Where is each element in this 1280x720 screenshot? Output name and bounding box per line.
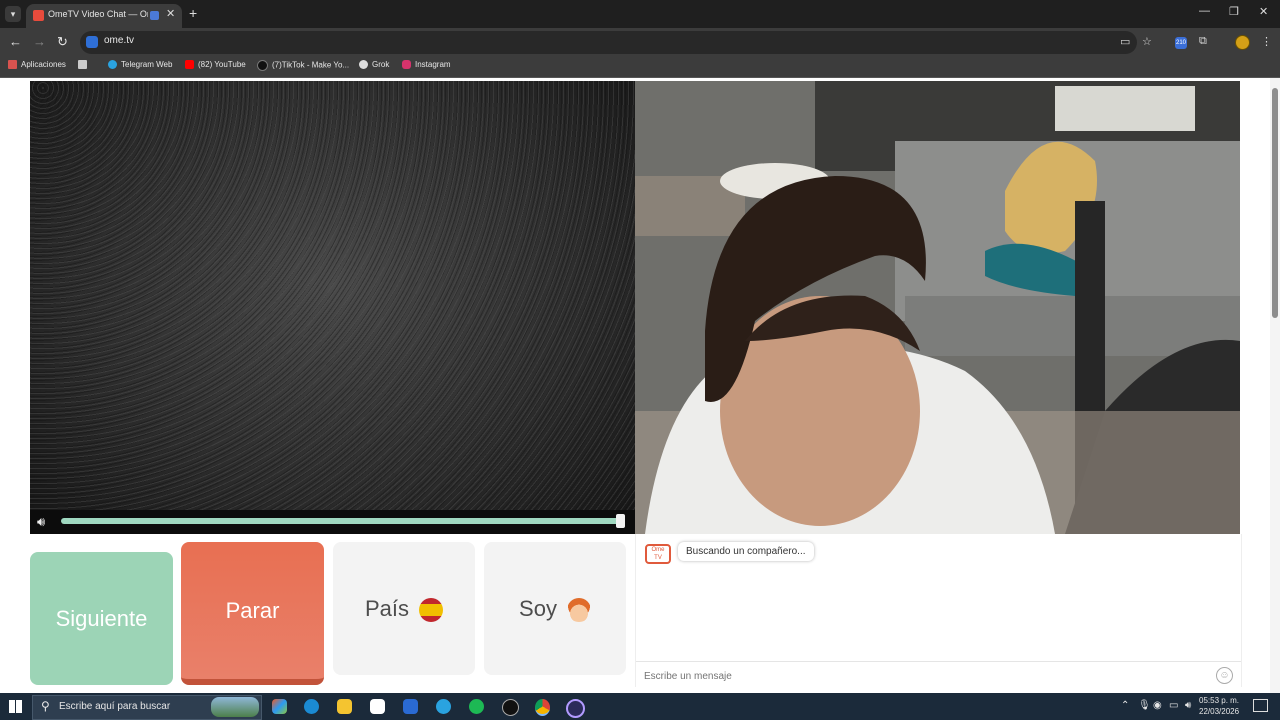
youtube-icon (185, 60, 194, 70)
next-button[interactable]: Siguiente (30, 552, 173, 685)
new-tab-button[interactable]: + (189, 5, 197, 21)
site-info-icon[interactable] (86, 36, 98, 48)
windows-start-icon[interactable] (9, 700, 22, 713)
telegram-icon (108, 60, 117, 70)
notifications-icon[interactable] (1253, 699, 1268, 712)
active-tab[interactable]: OmeTV Video Chat — Ome ✕ (26, 4, 182, 28)
bookmarks-bar: Aplicaciones Telegram Web (82) YouTube (… (0, 57, 1280, 78)
telegram-taskbar-icon[interactable] (436, 699, 451, 714)
reload-icon[interactable]: ↻ (57, 34, 68, 50)
close-window-icon[interactable]: ✕ (1259, 5, 1268, 18)
browser-toolbar: ← → ↻ ome.tv ▭ ☆ ⧉ ⋮ (0, 28, 1280, 57)
stop-button[interactable]: Parar (181, 542, 324, 685)
network-icon[interactable]: ▭ (1169, 700, 1178, 711)
taskbar-search[interactable]: ⚲ Escribe aquí para buscar (32, 695, 262, 720)
scrollbar-thumb[interactable] (1272, 88, 1278, 318)
browser-tab-strip: ▾ OmeTV Video Chat — Ome ✕ + — ❐ ✕ (0, 0, 1280, 28)
bookmark-youtube[interactable]: (82) YouTube (185, 60, 246, 70)
minimize-icon[interactable]: — (1199, 5, 1210, 17)
boy-face-icon (566, 598, 591, 623)
grok-icon (359, 60, 368, 70)
volume-tray-icon[interactable]: 🔊︎ (1185, 700, 1191, 711)
volume-slider[interactable] (61, 518, 621, 524)
spotify-icon[interactable] (469, 699, 484, 714)
country-button[interactable]: País (333, 542, 475, 675)
profile-avatar[interactable] (1235, 35, 1250, 50)
clock-time: 05:53 p. m. (1199, 696, 1240, 705)
tab-title: OmeTV Video Chat — Ome (48, 9, 148, 19)
speaker-icon[interactable]: 🔊︎ (37, 514, 45, 530)
chat-panel: Ome TV Buscando un compañero... ☺ (635, 534, 1242, 687)
clock-date: 22/03/2026 (1199, 707, 1240, 716)
spain-flag-icon (419, 598, 444, 623)
chrome-icon[interactable] (535, 699, 550, 716)
instagram-icon (402, 60, 411, 70)
stranger-video-static (30, 81, 635, 533)
bookmark-instagram[interactable]: Instagram (402, 60, 451, 70)
extension-badge[interactable]: 210 (1175, 37, 1187, 49)
tiktok-icon (257, 60, 268, 71)
tab-search-button[interactable]: ▾ (5, 6, 21, 22)
taskbar-search-placeholder: Escribe aquí para buscar (59, 701, 171, 712)
file-explorer-icon[interactable] (337, 699, 352, 714)
ometv-page: 🔊︎ Siguiente Parar País Soy Ome TV Busca… (0, 78, 1280, 693)
back-icon[interactable]: ← (9, 34, 22, 49)
store-icon[interactable] (370, 699, 385, 714)
close-tab-icon[interactable]: ✕ (166, 7, 175, 20)
ometv-logo-icon: Ome TV (645, 544, 671, 564)
chat-status-message: Buscando un compañero... (678, 542, 814, 561)
vpn-icon[interactable]: ◉ (1153, 700, 1162, 711)
gender-button[interactable]: Soy (484, 542, 626, 675)
tab-recording-icon (150, 11, 159, 20)
address-bar[interactable]: ome.tv (80, 31, 1137, 54)
copilot-icon[interactable] (272, 699, 287, 714)
assistant-icon[interactable] (566, 699, 585, 718)
extensions-puzzle-icon[interactable]: ⧉ (1199, 35, 1207, 48)
url-text: ome.tv (104, 35, 135, 46)
bookmark-grid[interactable] (78, 60, 91, 70)
grid-icon (78, 60, 87, 70)
edge-icon[interactable] (304, 699, 319, 714)
bookmark-grok[interactable]: Grok (359, 60, 389, 70)
camera-image (635, 81, 1240, 534)
bookmark-star-icon[interactable]: ☆ (1142, 35, 1152, 48)
chat-message-input[interactable] (642, 666, 1206, 686)
chat-input-area: ☺ (636, 661, 1241, 688)
volume-slider-handle[interactable] (616, 514, 625, 528)
windows-taskbar: ⚲ Escribe aquí para buscar ⌃ 🎙︎ ◉ ▭ 🔊︎ 0… (0, 693, 1280, 720)
mail-icon[interactable] (403, 699, 418, 714)
apps-grid-icon (8, 60, 17, 70)
restore-icon[interactable]: ❐ (1229, 5, 1239, 18)
emoji-icon[interactable]: ☺ (1216, 667, 1233, 684)
ometv-favicon-icon (33, 10, 44, 21)
microphone-icon[interactable]: 🎙︎ (1138, 700, 1151, 711)
search-highlight-image (211, 697, 259, 717)
volume-control: 🔊︎ (30, 510, 635, 534)
forward-icon[interactable]: → (33, 34, 46, 49)
search-icon: ⚲ (41, 699, 50, 713)
bookmark-apps[interactable]: Aplicaciones (8, 60, 66, 70)
system-clock[interactable]: 05:53 p. m. 22/03/2026 (1199, 695, 1239, 717)
cast-icon[interactable]: ▭ (1120, 35, 1130, 48)
video-noise (30, 81, 635, 533)
tray-chevron-icon[interactable]: ⌃ (1121, 700, 1129, 711)
menu-kebab-icon[interactable]: ⋮ (1261, 35, 1272, 48)
page-scrollbar[interactable] (1270, 78, 1280, 693)
obs-icon[interactable] (502, 699, 519, 716)
bookmark-tiktok[interactable]: (7)TikTok - Make Yo... (257, 60, 349, 71)
bookmark-telegram[interactable]: Telegram Web (108, 60, 172, 70)
own-camera-video (635, 81, 1240, 534)
